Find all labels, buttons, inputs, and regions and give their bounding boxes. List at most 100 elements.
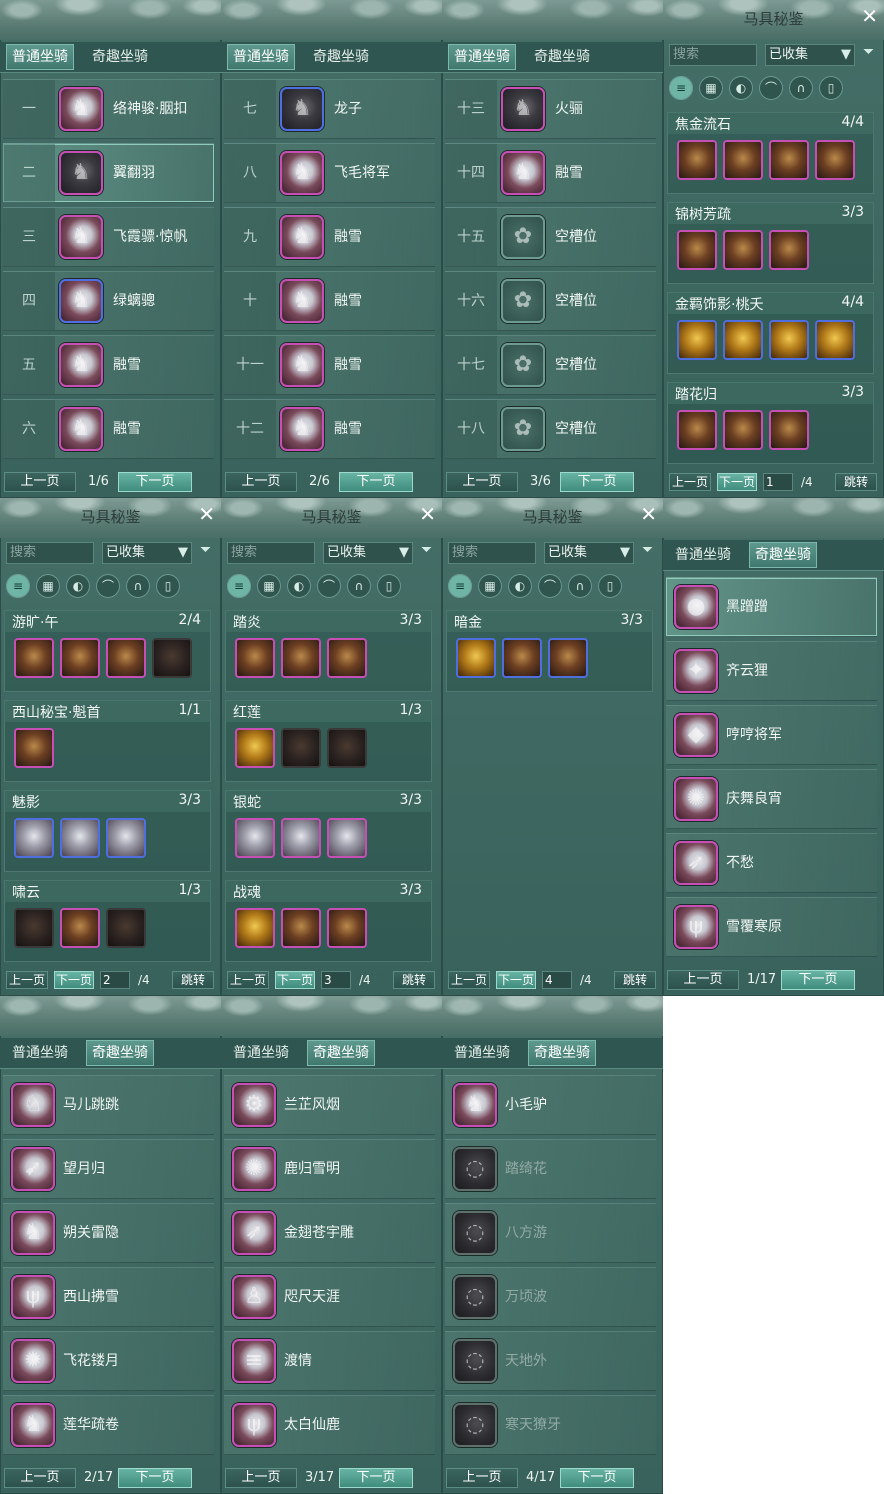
tack-item-silver-mask-icon[interactable]: [235, 818, 275, 858]
tack-item-bangle-icon[interactable]: [815, 320, 855, 360]
mount-portrait-horse-white-icon[interactable]: ♞: [501, 151, 545, 195]
prev-page-button[interactable]: 上一页: [225, 472, 297, 492]
close-icon[interactable]: ✕: [640, 502, 657, 526]
filter-funnel-icon[interactable]: ⏷: [642, 542, 653, 558]
mount-list-item[interactable]: ◌ 天地外: [445, 1331, 656, 1391]
mount-list-item[interactable]: ◌ 八方游: [445, 1203, 656, 1263]
mount-portrait-lion-dance-icon[interactable]: ✺: [674, 777, 718, 821]
tack-item-saddle-icon[interactable]: [723, 140, 763, 180]
page-number-input[interactable]: 3: [321, 971, 351, 989]
horseshoe-icon[interactable]: ∩: [347, 574, 371, 598]
tab-fun-mounts[interactable]: 奇趣坐骑: [307, 1040, 375, 1066]
mount-slot-row[interactable]: 十八 ✿ 空槽位: [445, 399, 656, 459]
prev-page-button[interactable]: 上一页: [446, 1468, 518, 1488]
mount-list-item[interactable]: ψ 太白仙鹿: [224, 1395, 435, 1455]
mount-slot-row[interactable]: 九 ♞ 融雪: [224, 207, 435, 267]
tack-item-mask-icon[interactable]: [677, 230, 717, 270]
search-input[interactable]: 搜索: [6, 542, 94, 564]
mount-portrait-empty-slot-icon[interactable]: ✿: [501, 407, 545, 451]
mount-portrait-bear-icon[interactable]: ●: [674, 585, 718, 629]
tack-item-mask-dark-icon[interactable]: [14, 908, 54, 948]
collected-filter-select[interactable]: 已收集 ▼: [102, 542, 192, 564]
armor-icon[interactable]: ▯: [377, 574, 401, 598]
tack-item-armor-dark-icon[interactable]: [106, 908, 146, 948]
mount-portrait-crane-icon[interactable]: ➹: [11, 1147, 55, 1191]
prev-page-button[interactable]: 上一页: [6, 971, 48, 989]
filter-funnel-icon[interactable]: ⏷: [200, 542, 211, 558]
mount-portrait-donkey-icon[interactable]: ♞: [453, 1083, 497, 1127]
mount-portrait-white-horse-icon[interactable]: ♞: [11, 1403, 55, 1447]
tab-normal-mounts[interactable]: 普通坐骑: [227, 44, 295, 70]
mount-list-item[interactable]: ♘ 马儿跳跳: [3, 1075, 214, 1135]
tack-item-silver-armor-icon[interactable]: [327, 818, 367, 858]
mount-portrait-horse-gold-icon[interactable]: ♞: [280, 151, 324, 195]
mount-portrait-horse-dark-icon[interactable]: ♞: [501, 87, 545, 131]
mount-portrait-horse-white-icon[interactable]: ♞: [280, 279, 324, 323]
mount-portrait-horse-white-icon[interactable]: ♞: [280, 215, 324, 259]
list-icon[interactable]: ≡: [448, 574, 472, 598]
mount-list-item[interactable]: ♞ 莲华疏卷: [3, 1395, 214, 1455]
tab-fun-mounts[interactable]: 奇趣坐骑: [86, 44, 154, 70]
tack-item-armor-dark-icon[interactable]: [327, 728, 367, 768]
tab-fun-mounts[interactable]: 奇趣坐骑: [86, 1040, 154, 1066]
mount-portrait-bird-icon[interactable]: ➶: [674, 841, 718, 885]
mount-portrait-horse-white-icon[interactable]: ♞: [280, 343, 324, 387]
tack-item-silver-armor-icon[interactable]: [281, 818, 321, 858]
next-page-button[interactable]: 下一页: [339, 472, 413, 492]
tack-item-gold-reins-icon[interactable]: [235, 728, 275, 768]
mount-portrait-eagle-icon[interactable]: ➶: [232, 1211, 276, 1255]
prev-page-button[interactable]: 上一页: [446, 472, 518, 492]
mount-portrait-puppet-icon[interactable]: ♙: [232, 1275, 276, 1319]
mount-portrait-locked-icon[interactable]: ◌: [453, 1211, 497, 1255]
mount-portrait-horse-black-icon[interactable]: ♞: [59, 151, 103, 195]
mount-slot-row[interactable]: 十 ♞ 融雪: [224, 271, 435, 331]
filter-funnel-icon[interactable]: ⏷: [421, 542, 432, 558]
mount-portrait-horse-white-icon[interactable]: ♞: [59, 343, 103, 387]
mount-portrait-golden-wheel-icon[interactable]: ✹: [11, 1339, 55, 1383]
mount-portrait-horse-white-icon[interactable]: ♞: [59, 87, 103, 131]
mount-list-item[interactable]: ➶ 金翅苍宇雕: [224, 1203, 435, 1263]
mount-slot-row[interactable]: 十六 ✿ 空槽位: [445, 271, 656, 331]
mount-list-item[interactable]: ◌ 万顷波: [445, 1267, 656, 1327]
page-number-input[interactable]: 2: [100, 971, 130, 989]
mount-list-item[interactable]: ● 黑蹭蹭: [666, 577, 877, 637]
tab-fun-mounts[interactable]: 奇趣坐骑: [528, 1040, 596, 1066]
prev-page-button[interactable]: 上一页: [448, 971, 490, 989]
tack-item-armor-icon[interactable]: [327, 638, 367, 678]
collected-filter-select[interactable]: 已收集 ▼: [544, 542, 634, 564]
prev-page-button[interactable]: 上一页: [4, 472, 76, 492]
list-icon[interactable]: ≡: [6, 574, 30, 598]
jump-button[interactable]: 跳转: [393, 971, 435, 989]
mount-portrait-locked-icon[interactable]: ◌: [453, 1403, 497, 1447]
horseshoe-icon[interactable]: ∩: [126, 574, 150, 598]
mount-portrait-wolf-icon[interactable]: ♞: [11, 1211, 55, 1255]
mount-portrait-toy-horse-icon[interactable]: ♘: [11, 1083, 55, 1127]
mount-portrait-empty-slot-icon[interactable]: ✿: [501, 279, 545, 323]
next-page-button[interactable]: 下一页: [339, 1468, 413, 1488]
mount-list-item[interactable]: ✹ 飞花镂月: [3, 1331, 214, 1391]
next-page-button[interactable]: 下一页: [54, 971, 94, 989]
tack-item-reins-icon[interactable]: [769, 140, 809, 180]
next-page-button[interactable]: 下一页: [118, 1468, 192, 1488]
mount-list-item[interactable]: ⚙ 兰芷风烟: [224, 1075, 435, 1135]
search-input[interactable]: 搜索: [448, 542, 536, 564]
close-icon[interactable]: ✕: [861, 4, 878, 28]
saddle-icon[interactable]: ⌒: [538, 574, 562, 598]
tack-item-saddle-dark-icon[interactable]: [281, 728, 321, 768]
tack-item-silver-armor-icon[interactable]: [106, 818, 146, 858]
mount-slot-row[interactable]: 十三 ♞ 火骊: [445, 79, 656, 139]
tack-item-gold-reins-icon[interactable]: [456, 638, 496, 678]
saddle-icon[interactable]: ⌒: [759, 76, 783, 100]
list-icon[interactable]: ≡: [227, 574, 251, 598]
mount-portrait-locked-icon[interactable]: ◌: [453, 1275, 497, 1319]
mount-list-item[interactable]: ◌ 踏绮花: [445, 1139, 656, 1199]
tack-item-reins-icon[interactable]: [235, 638, 275, 678]
mount-slot-row[interactable]: 五 ♞ 融雪: [3, 335, 214, 395]
mount-portrait-horse-white-icon[interactable]: ♞: [59, 215, 103, 259]
mount-slot-row[interactable]: 三 ♞ 飞霞骠·惊帆: [3, 207, 214, 267]
next-page-button[interactable]: 下一页: [781, 970, 855, 990]
tack-item-bell-icon[interactable]: [677, 320, 717, 360]
search-input[interactable]: 搜索: [227, 542, 315, 564]
mount-list-item[interactable]: ➹ 望月归: [3, 1139, 214, 1199]
next-page-button[interactable]: 下一页: [496, 971, 536, 989]
